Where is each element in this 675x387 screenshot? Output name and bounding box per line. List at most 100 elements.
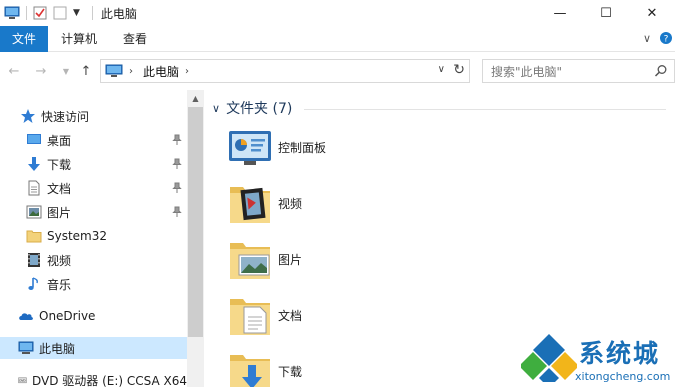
- pictures-folder-icon: [230, 243, 270, 279]
- collapse-chevron-icon[interactable]: ∨: [212, 102, 220, 115]
- address-dropdown-icon[interactable]: ∨: [438, 64, 445, 75]
- folder-item-control-panel[interactable]: 控制面板: [226, 123, 326, 171]
- music-icon: [28, 277, 38, 290]
- new-folder-icon[interactable]: [53, 6, 67, 20]
- tab-view[interactable]: 查看: [110, 26, 160, 52]
- document-icon: [28, 180, 40, 196]
- window-title: 此电脑: [100, 6, 137, 21]
- close-button[interactable]: ✕: [629, 0, 675, 26]
- item-label: 文档: [278, 308, 303, 323]
- folder-item-downloads[interactable]: 下载: [226, 347, 302, 387]
- sidebar-item-dvd-drive[interactable]: DVD DVD 驱动器 (E:) CCSA X64: [0, 369, 187, 387]
- folder-item-pictures[interactable]: 图片: [226, 235, 302, 283]
- separator: [26, 6, 27, 20]
- computer-icon: [105, 64, 123, 77]
- watermark-url: xitongcheng.com: [575, 370, 671, 383]
- sidebar-item-videos[interactable]: 视频: [0, 249, 187, 271]
- divider: [304, 109, 666, 110]
- watermark: 系统城 xitongcheng.com: [521, 328, 675, 387]
- breadcrumb-chevron-icon[interactable]: ›: [129, 66, 133, 77]
- svg-text:DVD: DVD: [19, 379, 25, 383]
- nav-scrollbar[interactable]: ▲: [187, 90, 204, 387]
- item-label: 控制面板: [278, 140, 327, 155]
- sidebar-item-label: 桌面: [47, 133, 72, 148]
- scroll-thumb[interactable]: [188, 107, 203, 337]
- sidebar-item-this-pc[interactable]: 此电脑: [0, 337, 187, 359]
- scroll-up-icon[interactable]: ▲: [187, 90, 204, 107]
- control-panel-icon: [229, 131, 271, 165]
- breadcrumb[interactable]: 此电脑: [143, 63, 179, 80]
- computer-icon[interactable]: [4, 6, 20, 20]
- video-icon: [28, 253, 40, 267]
- sidebar-item-quick-access[interactable]: 快速访问: [0, 105, 187, 127]
- sidebar-item-label: 文档: [47, 181, 72, 196]
- sidebar-item-label: 此电脑: [39, 341, 76, 356]
- search-placeholder: 搜索"此电脑": [491, 64, 563, 79]
- back-arrow-icon[interactable]: ←: [6, 63, 22, 79]
- video-folder-icon: [230, 187, 270, 223]
- star-icon: [21, 109, 35, 123]
- minimize-button[interactable]: —: [537, 0, 583, 26]
- refresh-icon[interactable]: ↻: [453, 62, 465, 78]
- sidebar-item-label: 快速访问: [41, 109, 90, 124]
- sidebar-item-label: 音乐: [47, 277, 72, 292]
- sidebar-item-label: OneDrive: [39, 309, 96, 323]
- folder-item-videos[interactable]: 视频: [226, 179, 302, 227]
- dvd-icon: DVD: [18, 377, 27, 384]
- item-label: 下载: [278, 364, 303, 379]
- pin-icon[interactable]: [171, 134, 183, 146]
- sidebar-item-label: 图片: [47, 205, 72, 220]
- watermark-text: 系统城: [579, 339, 661, 368]
- download-icon: [28, 157, 40, 171]
- tab-file[interactable]: 文件: [0, 25, 48, 52]
- up-arrow-icon[interactable]: ↑: [78, 63, 94, 79]
- item-label: 视频: [278, 196, 303, 211]
- ribbon-tabs: 文件 计算机 查看 ∨ ?: [0, 25, 675, 52]
- picture-icon: [26, 205, 42, 219]
- search-icon[interactable]: [654, 64, 668, 78]
- window-controls: — ☐ ✕: [537, 0, 675, 26]
- ribbon-controls: ∨ ?: [639, 30, 673, 46]
- folder-icon: [26, 230, 42, 243]
- sidebar-item-label: 下载: [47, 157, 72, 172]
- pin-icon[interactable]: [171, 206, 183, 218]
- sidebar-item-label: System32: [47, 229, 108, 243]
- cloud-icon: [19, 313, 33, 320]
- sidebar-item-desktop[interactable]: 桌面: [0, 129, 187, 151]
- watermark-logo-icon: [521, 334, 577, 382]
- sidebar-item-downloads[interactable]: 下载: [0, 153, 187, 175]
- maximize-button[interactable]: ☐: [583, 0, 629, 26]
- sidebar-item-documents[interactable]: 文档: [0, 177, 187, 199]
- pin-icon[interactable]: [171, 182, 183, 194]
- sidebar-item-label: DVD 驱动器 (E:) CCSA X64: [31, 373, 187, 387]
- sidebar-item-pictures[interactable]: 图片: [0, 201, 187, 223]
- properties-icon[interactable]: [33, 6, 47, 20]
- desktop-icon: [27, 134, 41, 144]
- address-row: ← → ▼ ↑ › 此电脑 › ∨ ↻ 搜索"此电脑": [0, 52, 675, 90]
- recent-dropdown-icon[interactable]: ▼: [58, 63, 74, 79]
- group-title: 文件夹 (7): [226, 101, 293, 117]
- computer-icon: [18, 341, 34, 354]
- item-label: 图片: [278, 252, 303, 267]
- address-bar[interactable]: › 此电脑 › ∨ ↻: [100, 59, 470, 83]
- navigation-pane: 快速访问 桌面 下载 文档 图片 System32 视频 音乐 OneDrive…: [0, 90, 187, 387]
- sidebar-item-music[interactable]: 音乐: [0, 273, 187, 295]
- downloads-folder-icon: [230, 355, 270, 387]
- svg-text:?: ?: [664, 35, 669, 45]
- title-bar: ▼ 此电脑 — ☐ ✕: [0, 0, 675, 26]
- group-header[interactable]: ∨ 文件夹 (7): [212, 98, 292, 118]
- breadcrumb-chevron-icon[interactable]: ›: [185, 66, 189, 77]
- quick-access-dropdown-icon[interactable]: ▼: [73, 8, 80, 18]
- tab-computer[interactable]: 计算机: [48, 26, 110, 52]
- help-icon[interactable]: ?: [659, 31, 673, 45]
- sidebar-item-label: 视频: [47, 253, 72, 268]
- pin-icon[interactable]: [171, 158, 183, 170]
- search-input[interactable]: 搜索"此电脑": [482, 59, 675, 83]
- sidebar-item-onedrive[interactable]: OneDrive: [0, 305, 187, 327]
- expand-ribbon-icon[interactable]: ∨: [639, 30, 655, 46]
- forward-arrow-icon[interactable]: →: [33, 63, 49, 79]
- sidebar-item-system32[interactable]: System32: [0, 225, 187, 247]
- separator: [91, 6, 93, 20]
- folder-item-documents[interactable]: 文档: [226, 291, 302, 339]
- documents-folder-icon: [230, 299, 270, 335]
